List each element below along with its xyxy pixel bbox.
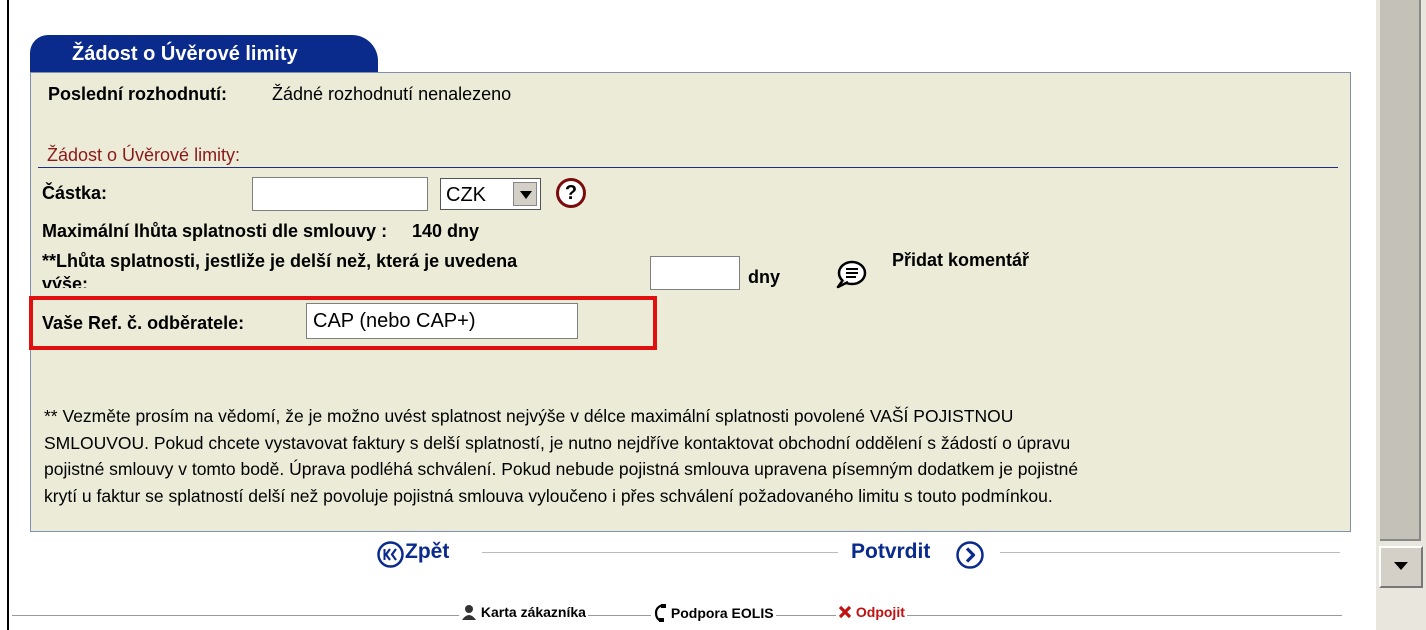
customer-card-link[interactable]: Karta zákazníka [459,604,588,620]
nav-divider [482,552,838,553]
longer-term-input[interactable] [650,256,740,290]
close-icon [838,605,852,619]
back-icon[interactable] [377,541,404,568]
last-decision-label: Poslední rozhodnutí: [48,84,227,104]
currency-select[interactable]: CZK [440,178,541,210]
scrollbar-thumb[interactable] [1380,0,1421,541]
phone-icon [654,603,666,623]
nav-divider [1000,552,1340,553]
currency-select-value: CZK [446,184,486,206]
question-icon[interactable]: ? [556,178,586,208]
note-line: ** Vezměte prosím na vědomí, že je možno… [44,406,1014,426]
amount-label: Částka: [42,183,108,203]
customer-card-label: Karta zákazníka [480,604,586,620]
logout-link[interactable]: Odpojit [836,604,907,620]
section-title: Žádost o Úvěrové limity: [47,145,241,165]
note-line: SMLOUVOU. Pokud chcete vystavovat faktur… [44,432,1071,453]
add-comment-link[interactable]: Přidat komentář [892,250,1029,271]
support-label: Podpora EOLIS [670,605,774,621]
logout-label: Odpojit [855,604,905,620]
chevron-down-icon[interactable] [513,182,537,206]
longer-term-unit: dny [748,267,781,287]
amount-input[interactable] [252,177,428,211]
scroll-down-button[interactable] [1379,546,1423,588]
support-link[interactable]: Podpora EOLIS [651,603,776,623]
max-term-label: Maximální lhůta splatnosti dle smlouvy : [42,221,388,241]
window-left-border [7,0,9,630]
last-decision-value: Žádné rozhodnutí nenalezeno [272,84,512,104]
comment-bubble-icon[interactable] [834,258,868,290]
confirm-button[interactable]: Potvrdit [851,540,930,564]
back-button[interactable]: Zpět [405,540,449,564]
note-line: pojistné smlouvy v tomto bodě. Úprava po… [44,459,1079,479]
form-tab-title: Žádost o Úvěrové limity [72,43,298,65]
user-icon [462,605,476,620]
forward-icon[interactable] [956,541,984,569]
highlight-box [29,296,657,350]
max-term-value: 140 dny [412,221,480,241]
note-text: ** Vezměte prosím na vědomí, že je možno… [44,403,1334,509]
chevron-down-icon [1394,562,1408,570]
note-line: krytí u faktur se splatností delší než p… [44,485,1053,506]
longer-term-label-cont: výše: [42,274,89,288]
longer-term-label: **Lhůta splatnosti, jestliže je delší ne… [42,251,518,271]
section-divider [38,167,1338,168]
